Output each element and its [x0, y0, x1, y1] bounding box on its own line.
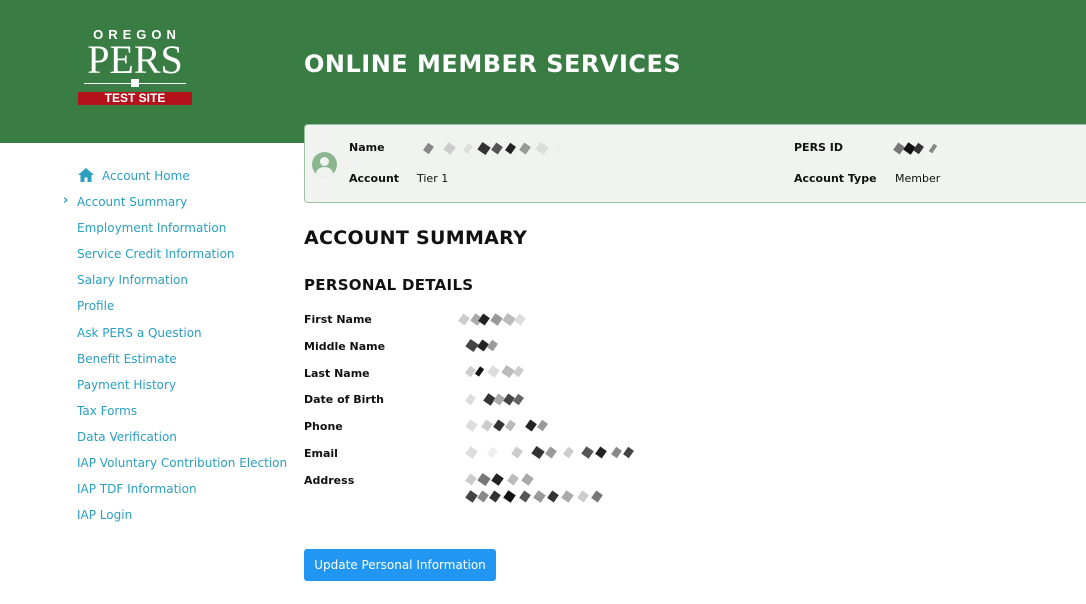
pers-id-label: PERS ID: [794, 141, 844, 154]
name-label: Name: [349, 141, 385, 154]
account-type-label: Account Type: [794, 172, 877, 185]
sidebar-item-benefit-estimate[interactable]: Benefit Estimate: [77, 352, 177, 366]
sidebar-item-salary-information[interactable]: Salary Information: [77, 273, 188, 287]
account-value: Tier 1: [417, 172, 449, 185]
section-title-personal-details: PERSONAL DETAILS: [304, 276, 474, 294]
email-value-redacted: [465, 445, 640, 461]
middle-name-value-redacted: [465, 338, 505, 354]
sidebar-item-iap-login[interactable]: IAP Login: [77, 508, 132, 522]
sidebar-item-account-home[interactable]: Account Home: [78, 168, 190, 183]
home-icon: [78, 168, 94, 182]
oregon-pers-logo[interactable]: OREGON PERS TEST SITE: [78, 28, 192, 105]
update-personal-information-button[interactable]: Update Personal Information: [304, 549, 496, 581]
account-type-value: Member: [895, 172, 941, 185]
sidebar-item-tax-forms[interactable]: Tax Forms: [77, 404, 137, 418]
site-header: OREGON PERS TEST SITE ONLINE MEMBER SERV…: [0, 0, 1086, 143]
sidebar-item-payment-history[interactable]: Payment History: [77, 378, 176, 392]
sidebar-nav: Account Home › Account Summary Employmen…: [0, 143, 290, 604]
address-label: Address: [304, 474, 355, 487]
date-of-birth-label: Date of Birth: [304, 393, 384, 406]
chevron-right-icon: ›: [63, 193, 69, 208]
sidebar-item-employment-information[interactable]: Employment Information: [77, 221, 226, 235]
sidebar-item-service-credit-information[interactable]: Service Credit Information: [77, 247, 235, 261]
pers-id-value-redacted: [893, 141, 943, 157]
phone-label: Phone: [304, 420, 343, 433]
sidebar-item-account-summary[interactable]: Account Summary: [77, 195, 187, 209]
last-name-label: Last Name: [304, 367, 370, 380]
test-site-badge: TEST SITE: [78, 92, 192, 105]
member-info-card: Name Account Tier 1 PERS ID Account Type…: [304, 124, 1086, 203]
sidebar-item-profile[interactable]: Profile: [77, 299, 114, 313]
name-value-redacted: [421, 141, 562, 157]
first-name-value-redacted: [458, 312, 528, 328]
email-label: Email: [304, 447, 338, 460]
date-of-birth-value-redacted: [465, 392, 525, 408]
user-avatar-icon: [312, 152, 337, 177]
page-title: ACCOUNT SUMMARY: [304, 227, 528, 249]
first-name-label: First Name: [304, 313, 372, 326]
address-line2-value-redacted: [465, 489, 610, 505]
sidebar-item-label: Account Home: [102, 169, 190, 183]
last-name-value-redacted: [465, 364, 525, 380]
app-title: ONLINE MEMBER SERVICES: [304, 50, 682, 78]
phone-value-redacted: [465, 418, 555, 434]
sidebar-item-iap-tdf-information[interactable]: IAP TDF Information: [77, 482, 197, 496]
address-line1-value-redacted: [465, 472, 545, 488]
sidebar-item-data-verification[interactable]: Data Verification: [77, 430, 177, 444]
sidebar-item-iap-voluntary-contribution-election[interactable]: IAP Voluntary Contribution Election: [77, 456, 287, 470]
sidebar-item-ask-pers[interactable]: Ask PERS a Question: [77, 326, 202, 340]
logo-divider: [84, 78, 186, 90]
account-label: Account: [349, 172, 400, 185]
middle-name-label: Middle Name: [304, 340, 386, 353]
logo-pers-text: PERS: [87, 37, 183, 82]
